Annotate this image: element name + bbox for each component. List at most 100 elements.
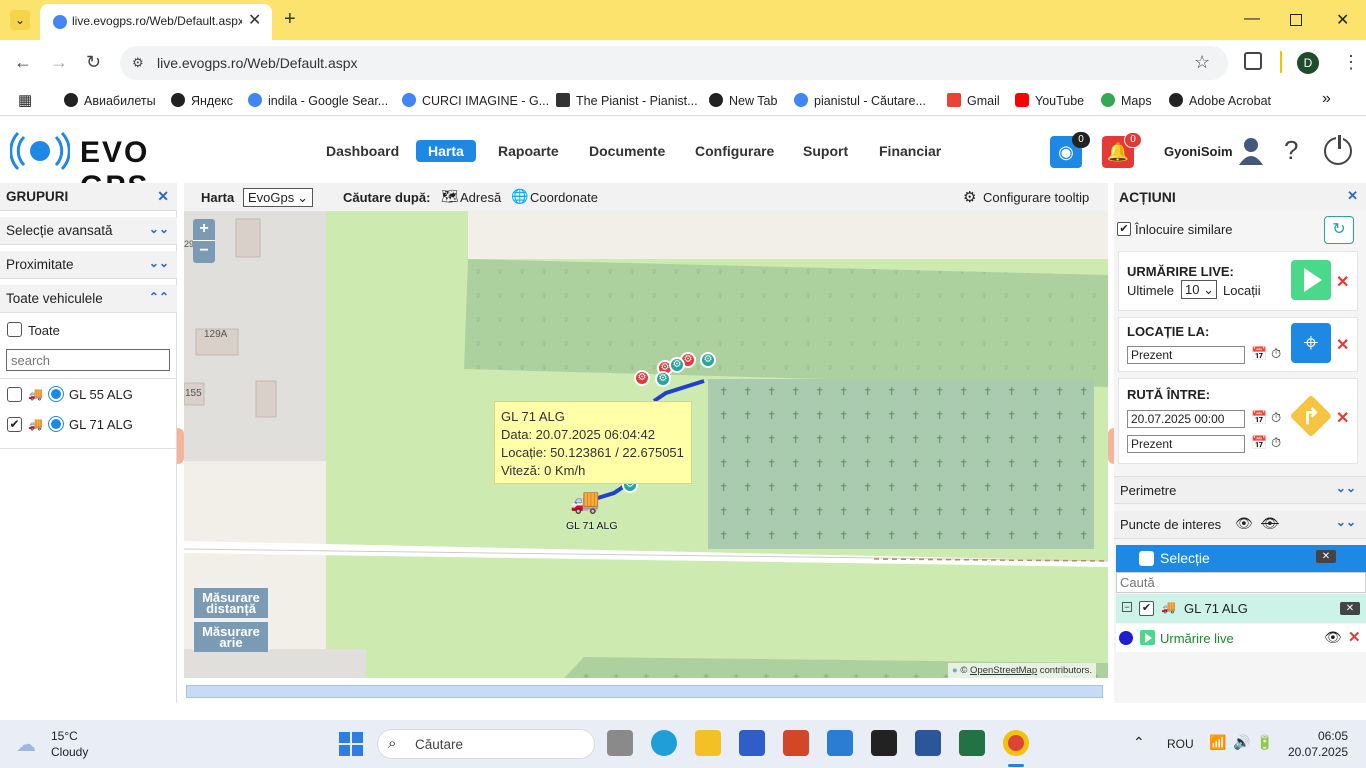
profile-avatar[interactable]: D	[1297, 52, 1319, 74]
point-marker-icon[interactable]: ⚙	[700, 352, 716, 368]
remove-live-icon[interactable]: ✕	[1348, 628, 1361, 646]
section-proximity[interactable]: Proximitate ⌄⌄	[0, 251, 177, 279]
weather-text[interactable]: Cloudy	[51, 745, 88, 759]
clear-loc-icon[interactable]: ✕	[1336, 335, 1349, 355]
close-panel-icon[interactable]: ✕	[1347, 188, 1358, 204]
eye-off-icon[interactable]: 👁	[1261, 515, 1279, 532]
tab-search-icon[interactable]: ⌄	[10, 10, 30, 30]
calendar-icon[interactable]: 📅	[1251, 346, 1267, 362]
bookmark-item[interactable]: indila - Google Sear...	[248, 93, 388, 108]
bookmark-item[interactable]: CURCI IMAGINE - G...	[402, 93, 549, 108]
more-bookmarks-icon[interactable]: »	[1322, 90, 1331, 108]
site-info-icon[interactable]: ⚙	[132, 55, 144, 71]
calendar-icon[interactable]: 📅	[1251, 435, 1267, 451]
bookmark-item[interactable]: Gmail	[947, 93, 1000, 108]
excel-icon[interactable]	[959, 730, 985, 756]
clock-icon[interactable]: ⏱	[1271, 346, 1281, 362]
powerpoint-icon[interactable]	[783, 730, 809, 756]
battery-icon[interactable]: 🔋	[1256, 734, 1273, 751]
search-address-link[interactable]: Adresă	[460, 190, 501, 205]
nav-suport[interactable]: Suport	[803, 143, 848, 159]
live-count-select[interactable]: 10 ⌄	[1181, 280, 1217, 299]
measure-distance-button[interactable]: Măsurare distanță	[194, 588, 268, 618]
bookmark-item[interactable]: pianistul - Căutare...	[794, 93, 926, 108]
route-from-input[interactable]: 20.07.2025 00:00	[1127, 410, 1245, 428]
clear-selection-icon[interactable]: ✕	[1316, 550, 1336, 563]
loc-date-input[interactable]: Prezent	[1127, 346, 1245, 364]
help-icon[interactable]: ?	[1284, 135, 1298, 166]
close-panel-icon[interactable]: ✕	[157, 188, 169, 205]
refresh-icon[interactable]: ↻	[1324, 216, 1354, 244]
bookmark-item[interactable]: YouTube	[1015, 93, 1084, 108]
selected-vehicle-row[interactable]: − ✔ 🚚 GL 71 ALG ✕	[1116, 594, 1366, 623]
play-icon[interactable]	[1291, 260, 1331, 300]
vehicle-checkbox[interactable]	[7, 387, 22, 402]
bookmark-item[interactable]: Adobe Acrobat	[1169, 93, 1271, 108]
clock-time[interactable]: 06:05	[1318, 729, 1348, 743]
section-all-vehicles[interactable]: Toate vehiculele ⌃⌃	[0, 285, 177, 313]
point-marker-icon[interactable]: ⚙	[669, 357, 685, 373]
vehicle-search-input[interactable]	[6, 349, 170, 371]
address-bar[interactable]: ⚙ live.evogps.ro/Web/Default.aspx ☆	[120, 46, 1228, 80]
perimeters-section[interactable]: Perimetre ⌄⌄	[1114, 476, 1366, 504]
eye-icon[interactable]: 👁	[1235, 515, 1253, 532]
play-icon[interactable]	[1140, 630, 1155, 645]
bottom-panel-bar[interactable]	[186, 685, 1103, 698]
vehicle-row[interactable]: ✔ 🚚 GL 71 ALG	[0, 409, 177, 439]
zoom-in-button[interactable]: +	[193, 219, 215, 241]
extensions-icon[interactable]	[1244, 52, 1262, 70]
selection-checkbox[interactable]	[1139, 551, 1154, 566]
globe-icon[interactable]: 🌐	[511, 188, 528, 205]
reload-icon[interactable]: ↻	[86, 52, 101, 73]
bookmark-item[interactable]: The Pianist - Pianist...	[556, 93, 698, 108]
task-view-icon[interactable]	[607, 730, 633, 756]
osm-link[interactable]: OpenStreetMap	[970, 665, 1037, 676]
gear-icon[interactable]: ⚙	[963, 188, 976, 206]
clear-live-icon[interactable]: ✕	[1336, 272, 1349, 292]
chevron-up-icon[interactable]: ⌃	[1133, 734, 1145, 751]
nav-financiar[interactable]: Financiar	[879, 143, 941, 159]
vehicle-truck-icon[interactable]: 🚚	[570, 487, 600, 516]
volume-icon[interactable]: 🔊	[1233, 734, 1250, 751]
replace-similar-checkbox[interactable]: ✔	[1117, 222, 1131, 236]
vehicle-row[interactable]: 🚚 GL 55 ALG	[0, 379, 177, 409]
user-icon[interactable]	[1238, 137, 1264, 165]
edge-icon[interactable]	[651, 730, 677, 756]
remove-vehicle-icon[interactable]: ✕	[1340, 602, 1360, 615]
taskbar-search[interactable]: ⌕ Căutare	[377, 729, 595, 759]
mail-icon[interactable]	[827, 730, 853, 756]
live-track-row[interactable]: Urmărire live 👁 ✕	[1116, 624, 1366, 652]
nav-rapoarte[interactable]: Rapoarte	[498, 143, 559, 159]
nav-dashboard[interactable]: Dashboard	[326, 143, 399, 159]
bookmark-star-icon[interactable]: ☆	[1194, 52, 1210, 73]
nav-configurare[interactable]: Configurare	[695, 143, 774, 159]
point-marker-icon[interactable]: ⚙	[655, 371, 671, 387]
power-icon[interactable]	[1324, 133, 1352, 165]
maximize-icon[interactable]	[1290, 14, 1302, 26]
search-coords-link[interactable]: Coordonate	[530, 190, 598, 205]
poi-section[interactable]: Puncte de interes 👁 👁 ⌄⌄	[1114, 511, 1366, 539]
bookmark-item[interactable]: New Tab	[709, 93, 777, 108]
menu-kebab-icon[interactable]: ⋮	[1342, 52, 1360, 73]
tab-close-icon[interactable]: ✕	[248, 10, 261, 30]
stop-marker-icon[interactable]: ⚙	[634, 370, 650, 386]
minimize-icon[interactable]: —	[1244, 10, 1260, 28]
section-advanced-selection[interactable]: Selecție avansată ⌄⌄	[0, 217, 177, 245]
crosshair-icon[interactable]: ⌖	[1291, 323, 1331, 363]
temperature[interactable]: 15°C	[51, 729, 78, 743]
bookmark-item[interactable]: Яндекс	[171, 93, 233, 108]
map-address-icon[interactable]: 🗺	[441, 188, 459, 205]
back-icon[interactable]: ←	[14, 52, 32, 73]
close-window-icon[interactable]: ✕	[1336, 10, 1349, 30]
dropbox-icon[interactable]	[871, 730, 897, 756]
chrome-icon[interactable]	[1003, 730, 1029, 756]
zoom-out-button[interactable]: −	[193, 241, 215, 263]
vehicle-checkbox-checked[interactable]: ✔	[7, 417, 22, 432]
clock-icon[interactable]: ⏱	[1271, 435, 1281, 451]
vehicle-checkbox-checked[interactable]: ✔	[1139, 601, 1154, 616]
nav-documente[interactable]: Documente	[589, 143, 665, 159]
select-all-checkbox[interactable]	[7, 322, 22, 337]
map-provider-select[interactable]: EvoGps ⌄	[243, 188, 313, 207]
tooltip-config-link[interactable]: Configurare tooltip	[983, 190, 1089, 205]
wifi-icon[interactable]: 📶	[1209, 734, 1226, 751]
